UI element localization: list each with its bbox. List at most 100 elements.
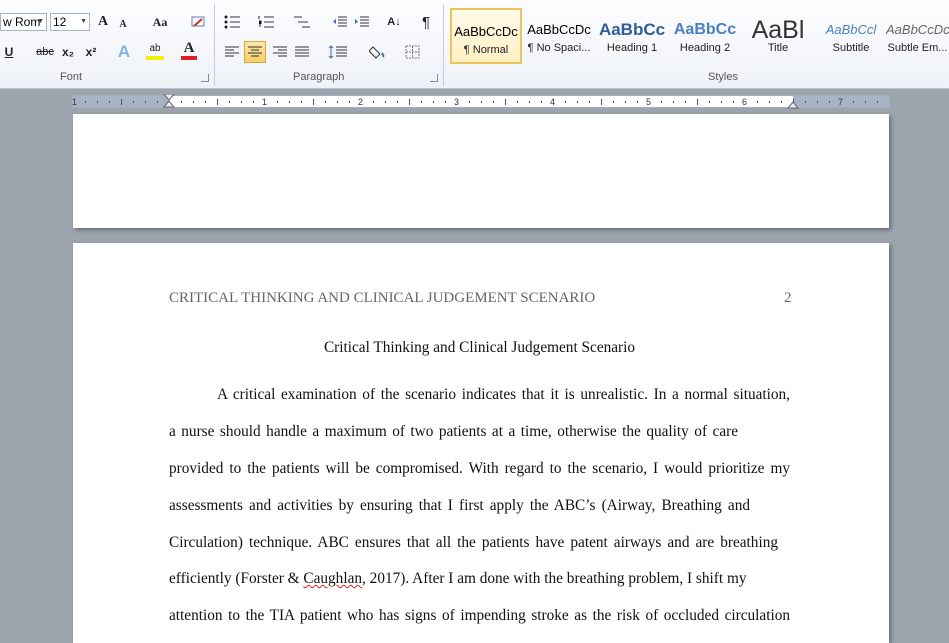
indent-marker-icon[interactable] bbox=[163, 94, 175, 110]
paragraph-line: attention to the TIA patient who has sig… bbox=[169, 607, 790, 624]
justify-icon bbox=[295, 46, 309, 57]
style-name: ¶ Normal bbox=[463, 44, 509, 56]
style-sample: AaBbCcDc bbox=[454, 24, 518, 39]
ruler-tick bbox=[481, 101, 482, 103]
align-center-icon bbox=[248, 46, 262, 57]
decrease-indent-button[interactable] bbox=[331, 12, 349, 32]
paragraph-line: provided to the patients will be comprom… bbox=[169, 460, 790, 477]
text-run: , 2017). After I am done with the breath… bbox=[362, 570, 747, 587]
ruler-tick bbox=[601, 99, 602, 105]
font-name-value: w Rom bbox=[3, 15, 41, 29]
borders-icon bbox=[405, 45, 420, 59]
highlight-button[interactable]: ab bbox=[146, 40, 164, 60]
paragraph-line: a nurse should handle a maximum of two p… bbox=[169, 423, 738, 440]
bullet-list-icon bbox=[224, 15, 240, 29]
right-indent-marker-icon[interactable] bbox=[787, 97, 799, 109]
ruler-tick bbox=[325, 101, 326, 103]
justify-button[interactable] bbox=[292, 42, 312, 62]
font-name-combo[interactable]: w Rom ▼ bbox=[0, 13, 47, 31]
style-sample: AaBbCc bbox=[673, 21, 737, 38]
horizontal-ruler[interactable]: 1 1 2 3 4 5 6 7 bbox=[72, 94, 890, 110]
font-color-button[interactable]: A bbox=[181, 40, 197, 60]
center-button[interactable] bbox=[244, 41, 266, 63]
show-formatting-button[interactable]: ¶ bbox=[418, 12, 434, 32]
sort-button[interactable]: A↓ bbox=[385, 12, 403, 32]
shrink-font-button[interactable]: A bbox=[116, 14, 130, 34]
spelling-flag: Caughlan bbox=[303, 570, 363, 587]
style-subtitle[interactable]: AaBbCcl Subtitle bbox=[815, 8, 887, 64]
paragraph-group-label: Paragraph bbox=[293, 71, 345, 83]
style-name: Heading 1 bbox=[606, 42, 658, 54]
ruler-tick bbox=[217, 99, 218, 105]
subscript-button[interactable]: x₂ bbox=[59, 42, 77, 62]
multilevel-list-button[interactable] bbox=[290, 12, 314, 32]
style-name: ¶ No Spaci... bbox=[527, 42, 591, 54]
style-sample: AaBbCcl bbox=[825, 22, 877, 37]
style-subtle-emphasis[interactable]: AaBbCcDc Subtle Em... bbox=[886, 8, 949, 64]
ruler-tick bbox=[385, 101, 386, 103]
style-heading-2[interactable]: AaBbCc Heading 2 bbox=[669, 8, 741, 64]
numbering-button[interactable] bbox=[256, 12, 278, 32]
style-normal[interactable]: AaBbCcDc ¶ Normal bbox=[450, 8, 522, 64]
clear-format-button[interactable] bbox=[188, 12, 208, 32]
page-previous[interactable] bbox=[73, 114, 889, 228]
ruler-tick bbox=[337, 101, 338, 103]
strikethrough-button[interactable]: abc bbox=[34, 42, 56, 62]
page-number: 2 bbox=[784, 290, 792, 306]
style-no-spacing[interactable]: AaBbCcDc ¶ No Spaci... bbox=[523, 8, 595, 64]
ruler-tick bbox=[97, 101, 98, 103]
line-spacing-button[interactable] bbox=[325, 42, 351, 62]
superscript-button[interactable]: x² bbox=[82, 42, 100, 62]
ruler-tick bbox=[565, 101, 566, 103]
text-effects-button[interactable]: A bbox=[114, 42, 134, 62]
ruler-tick bbox=[493, 101, 494, 103]
style-name: Title bbox=[767, 42, 789, 54]
chevron-down-icon[interactable]: ▼ bbox=[37, 18, 44, 25]
ruler-tick bbox=[865, 101, 866, 103]
running-head: CRITICAL THINKING AND CLINICAL JUDGEMENT… bbox=[169, 290, 596, 306]
ruler-tick bbox=[757, 101, 758, 103]
style-sample: AaBbCcDc bbox=[527, 22, 591, 37]
ruler-tick bbox=[373, 101, 374, 103]
ruler-tick bbox=[193, 101, 194, 103]
ruler-tick bbox=[133, 101, 134, 103]
ruler-tick bbox=[853, 101, 854, 103]
ruler-tick bbox=[769, 101, 770, 103]
paragraph-line: assessments and activities by ensuring t… bbox=[169, 497, 750, 514]
font-size-combo[interactable]: 12 ▼ bbox=[50, 13, 90, 31]
underline-button[interactable]: U bbox=[2, 42, 16, 62]
ruler-number: 1 bbox=[262, 97, 268, 107]
styles-group-label: Styles bbox=[708, 71, 738, 83]
style-title[interactable]: AaBl Title bbox=[742, 8, 814, 64]
ruler-number: 3 bbox=[454, 97, 460, 107]
ruler-tick bbox=[301, 101, 302, 103]
style-heading-1[interactable]: AaBbCc Heading 1 bbox=[596, 8, 668, 64]
ruler-tick bbox=[733, 101, 734, 103]
align-right-button[interactable] bbox=[270, 42, 290, 62]
font-dialog-launcher[interactable] bbox=[201, 74, 209, 82]
ruler-tick bbox=[433, 101, 434, 103]
ruler-tick bbox=[229, 101, 230, 103]
style-sample: AaBl bbox=[751, 18, 805, 42]
chevron-down-icon[interactable]: ▼ bbox=[80, 18, 87, 25]
ruler-tick bbox=[313, 99, 314, 105]
change-case-button[interactable]: Aa bbox=[147, 12, 173, 32]
borders-button[interactable] bbox=[400, 42, 426, 62]
paragraph-dialog-launcher[interactable] bbox=[430, 74, 438, 82]
ruler-number: 5 bbox=[646, 97, 652, 107]
ruler-tick bbox=[661, 101, 662, 103]
paragraph-line: Circulation) technique. ABC ensures that… bbox=[169, 534, 778, 551]
ruler-tick bbox=[409, 99, 410, 105]
shading-button[interactable] bbox=[366, 42, 392, 62]
font-size-value: 12 bbox=[53, 15, 67, 29]
document-title: Critical Thinking and Clinical Judgement… bbox=[323, 339, 636, 356]
ruler-tick bbox=[625, 101, 626, 103]
ruler-tick bbox=[157, 101, 158, 103]
align-left-button[interactable] bbox=[222, 42, 242, 62]
style-name: Heading 2 bbox=[679, 42, 731, 54]
grow-font-button[interactable]: A bbox=[95, 12, 111, 32]
ruler-tick bbox=[517, 101, 518, 103]
ruler-tick bbox=[205, 101, 206, 103]
bullets-button[interactable] bbox=[222, 12, 244, 32]
increase-indent-button[interactable] bbox=[353, 12, 371, 32]
